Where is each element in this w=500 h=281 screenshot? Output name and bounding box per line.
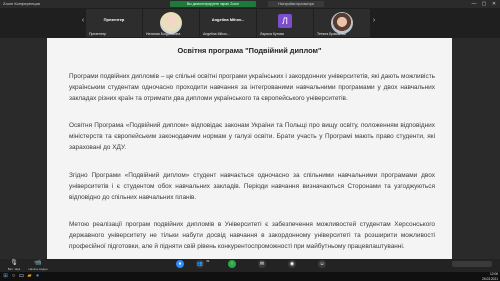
screen-share-status[interactable]: Вы демонстрируете экран Zoom xyxy=(170,1,256,7)
tile-label: Angelina Mihov... xyxy=(211,17,245,22)
taskbar xyxy=(0,272,500,281)
zoom-app-icon[interactable]: ● xyxy=(34,273,41,280)
system-clock: 12:06 26.03.2021 xyxy=(470,272,498,281)
view-options-button[interactable]: Настройки просмотра xyxy=(268,1,324,7)
video-button[interactable]: 📹 Начать видео xyxy=(26,260,50,271)
minimize-button[interactable]: — xyxy=(469,0,479,8)
paragraph: Метою реалізації програм подвійних дипло… xyxy=(69,221,435,250)
share-screen-icon[interactable]: ↑ xyxy=(228,260,236,268)
paragraph: Освітня Програма «Подвійний диплом» відп… xyxy=(69,122,435,151)
participant-photo xyxy=(160,12,182,34)
record-icon[interactable]: ◉ xyxy=(288,260,296,268)
mute-label: Вкл. звук xyxy=(7,267,21,271)
tile-role: Презентер xyxy=(103,17,125,22)
participant-tile[interactable]: Наталия Богдашкина xyxy=(143,9,199,37)
tile-name: Наталия Богдашкина xyxy=(146,32,181,36)
mute-button[interactable]: 🎙 Вкл. звук xyxy=(2,260,26,271)
chevron-right-icon[interactable]: › xyxy=(371,16,377,26)
participant-tile[interactable]: Л Лариса Кутова xyxy=(257,9,313,37)
windows-start-icon[interactable]: ⊞ xyxy=(2,273,9,280)
chat-icon[interactable]: ✉ xyxy=(258,260,266,268)
search-icon[interactable]: ○ xyxy=(10,273,17,280)
tile-name: Angelina Mihov... xyxy=(203,32,230,36)
participant-photo xyxy=(331,12,353,34)
clock-date: 26.03.2021 xyxy=(482,276,498,281)
maximize-button[interactable]: ▢ xyxy=(479,0,489,8)
file-explorer-icon[interactable]: ▰ xyxy=(26,273,33,280)
participants-count: 49 xyxy=(206,259,210,263)
task-view-icon[interactable]: ▭ xyxy=(18,273,25,280)
shared-document: Освітня програма "Подвійний диплом" Прог… xyxy=(47,38,452,259)
video-off-icon: 📹 xyxy=(34,260,42,266)
meeting-controls xyxy=(0,259,500,272)
close-button[interactable]: ✕ xyxy=(489,0,499,8)
paragraph: Програми подвійних дипломів – це спільні… xyxy=(69,73,435,102)
end-meeting-button[interactable] xyxy=(452,261,492,267)
tile-name: Презентер xyxy=(89,32,107,36)
document-title: Освітня програма "Подвійний диплом" xyxy=(177,46,322,55)
video-label: Начать видео xyxy=(28,267,48,271)
participant-tile[interactable]: Angelina Mihov... Angelina Mihov... xyxy=(200,9,256,37)
participant-tile[interactable]: Презентер Презентер xyxy=(86,9,142,37)
microphone-off-icon: 🎙 xyxy=(10,260,18,266)
tile-name: Лариса Кутова xyxy=(260,32,284,36)
tile-name: Тетяна Браммова xyxy=(317,32,346,36)
reactions-icon[interactable]: ☺ xyxy=(318,260,326,268)
security-icon[interactable]: ● xyxy=(176,260,184,268)
participant-tile[interactable]: Тетяна Браммова xyxy=(314,9,370,37)
avatar: Л xyxy=(278,14,292,28)
paragraph: Згідно Програми «Подвійний диплом» студе… xyxy=(69,172,435,201)
app-title: Zoom Конференция xyxy=(3,1,40,6)
participants-icon[interactable]: 👥 xyxy=(196,260,204,268)
